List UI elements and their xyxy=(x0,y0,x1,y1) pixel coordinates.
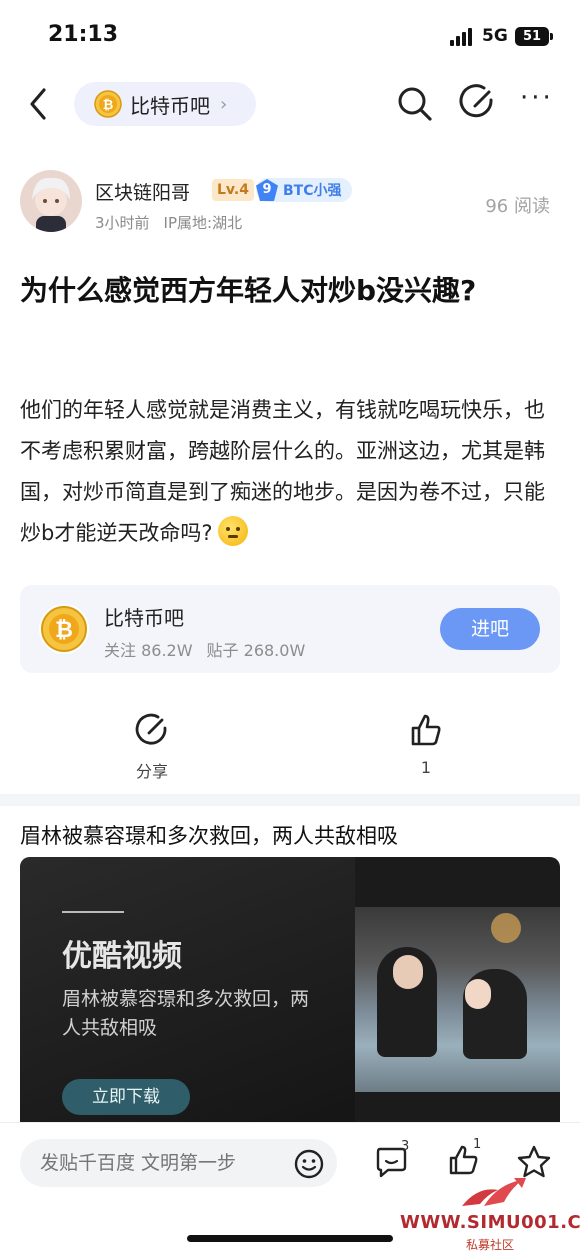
share-label: 分享 xyxy=(135,762,168,781)
post-title: 为什么感觉西方年轻人对炒b没兴趣? xyxy=(20,274,477,307)
forum-card-stats: 关注 86.2W 贴子 268.0W xyxy=(104,637,305,661)
watermark-url: WWW.SIMU001.CN xyxy=(400,1212,580,1233)
share-icon xyxy=(135,713,167,745)
badge-text: BTC小强 xyxy=(283,183,342,199)
status-time: 21:13 xyxy=(48,22,119,47)
back-button[interactable] xyxy=(22,84,58,124)
share-button[interactable]: 分享 xyxy=(122,712,182,782)
comment-count: 3 xyxy=(401,1139,410,1154)
post-actions: 分享 1 xyxy=(0,712,580,782)
ad-title[interactable]: 眉林被慕容璟和多次救回，两人共敌相吸 xyxy=(20,820,398,850)
read-count: 96 阅读 xyxy=(485,196,550,217)
svg-text:₿: ₿ xyxy=(55,618,73,643)
author-name[interactable]: 区块链阳哥 xyxy=(95,178,190,205)
avatar-image xyxy=(20,170,82,232)
forum-pill-button[interactable]: ₿ 比特币吧 › xyxy=(74,82,256,126)
watermark: WWW.SIMU001.CN 私募社区 xyxy=(400,1176,580,1252)
search-button[interactable] xyxy=(396,84,434,124)
download-button[interactable]: 立即下载 xyxy=(62,1079,190,1115)
home-indicator xyxy=(187,1235,393,1242)
search-icon xyxy=(398,87,432,121)
battery-icon: 51 xyxy=(515,27,553,46)
author-meta: 3小时前 IP属地:湖北 xyxy=(95,212,242,233)
join-forum-button[interactable]: 进吧 xyxy=(440,608,540,650)
video-ad-panel: 优酷视频 眉林被慕容璟和多次救回，两人共敌相吸 立即下载 xyxy=(20,857,355,1127)
forum-posts: 贴子 268.0W xyxy=(206,641,306,660)
edit-icon xyxy=(459,84,493,118)
forum-card-name: 比特币吧 xyxy=(104,606,184,630)
network-label: 5G xyxy=(482,26,508,46)
watermark-sub: 私募社区 xyxy=(466,1238,515,1252)
edit-button[interactable] xyxy=(458,82,496,124)
avatar[interactable] xyxy=(20,170,82,232)
bitcoin-coin-icon: ₿ xyxy=(94,90,122,118)
thumb-lamp xyxy=(491,913,521,943)
reply-input[interactable] xyxy=(20,1139,337,1187)
badge-gem-icon: 9 xyxy=(256,179,278,201)
video-brand: 优酷视频 xyxy=(62,939,182,974)
forum-card[interactable]: ₿ 比特币吧 关注 86.2W 贴子 268.0W 进吧 xyxy=(20,585,560,673)
thumb-face xyxy=(465,979,491,1009)
like-count: 1 xyxy=(420,758,432,777)
forum-followers: 关注 86.2W xyxy=(104,641,193,660)
thumbs-up-icon xyxy=(411,714,441,746)
smiley-icon[interactable] xyxy=(294,1149,324,1179)
video-ad-card[interactable]: 优酷视频 眉林被慕容璟和多次救回，两人共敌相吸 立即下载 xyxy=(20,857,560,1127)
watermark-logo xyxy=(462,1178,526,1206)
bottom-like-count: 1 xyxy=(473,1137,482,1152)
author-row: 区块链阳哥 Lv.4 9 BTC小强 3小时前 IP属地:湖北 96 阅读 xyxy=(0,170,580,240)
title-badge: 9 BTC小强 xyxy=(256,178,352,202)
thumb-face xyxy=(393,955,423,989)
svg-text:₿: ₿ xyxy=(103,98,114,113)
more-button[interactable]: ··· xyxy=(520,85,560,114)
signal-icon xyxy=(450,28,476,46)
video-description: 眉林被慕容璟和多次救回，两人共敌相吸 xyxy=(62,988,310,1039)
ip-location: IP属地:湖北 xyxy=(163,214,243,232)
level-badge: Lv.4 xyxy=(212,179,254,201)
thinking-emoji-icon xyxy=(218,516,249,546)
top-nav: ₿ 比特币吧 › ··· xyxy=(0,76,580,132)
post-time: 3小时前 xyxy=(95,214,150,232)
post-body: 他们的年轻人感觉就是消费主义，有钱就吃喝玩快乐，也不考虑积累财富，跨越阶层什么的… xyxy=(20,390,560,554)
post-body-text: 他们的年轻人感觉就是消费主义，有钱就吃喝玩快乐，也不考虑积累财富，跨越阶层什么的… xyxy=(20,398,545,545)
like-button[interactable]: 1 xyxy=(396,712,456,777)
video-thumbnail xyxy=(355,907,560,1092)
chevron-right-icon: › xyxy=(220,93,228,115)
back-icon xyxy=(30,88,46,120)
forum-pill-label: 比特币吧 xyxy=(130,93,210,118)
bitcoin-coin-icon: ₿ xyxy=(39,604,89,654)
section-divider xyxy=(0,794,580,806)
bottom-like-button[interactable]: 1 xyxy=(446,1137,486,1181)
decor-line xyxy=(62,911,124,913)
status-bar: 21:13 5G 51 xyxy=(0,0,580,72)
